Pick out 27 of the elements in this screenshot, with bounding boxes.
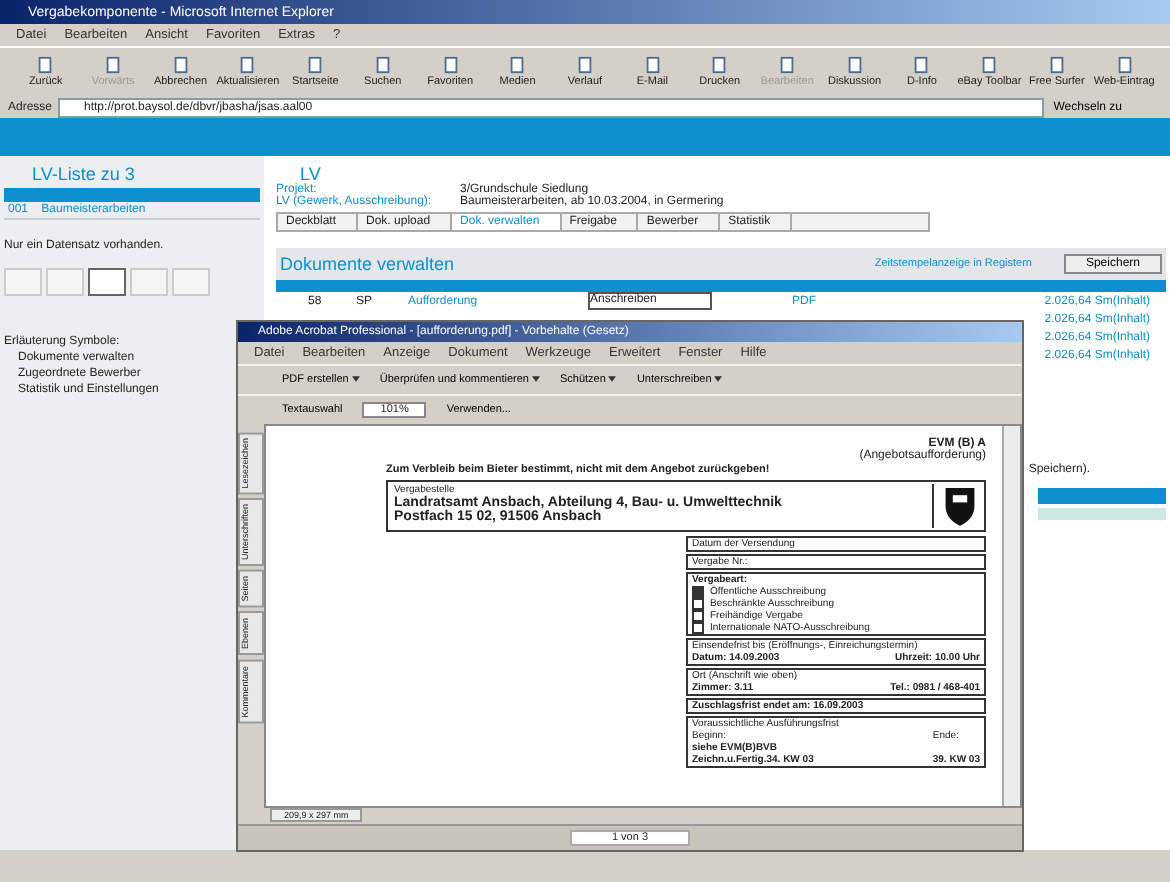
page-icon — [778, 56, 797, 74]
page-icon — [104, 56, 123, 74]
page-icon — [575, 56, 594, 74]
caret-icon — [531, 376, 540, 382]
page-icon — [238, 56, 257, 74]
page-icon — [1115, 56, 1134, 74]
page-icon — [980, 56, 999, 74]
page-icon — [1047, 56, 1066, 74]
caret-icon — [608, 376, 617, 382]
page-icon — [508, 56, 527, 74]
page-icon — [912, 56, 931, 74]
page-icon — [845, 56, 864, 74]
page-heading: LV — [300, 164, 323, 184]
pager-button[interactable] — [88, 268, 126, 296]
page-icon — [441, 56, 460, 74]
page-icon — [171, 56, 190, 74]
caret-icon — [351, 376, 360, 382]
page-icon — [373, 56, 392, 74]
page-icon — [36, 56, 55, 74]
page-icon — [710, 56, 729, 74]
scrollbar[interactable] — [1002, 426, 1020, 806]
table-header-bar — [1038, 488, 1166, 504]
page-icon — [643, 56, 662, 74]
section-title: Dokumente verwalten — [280, 254, 457, 274]
caret-icon — [714, 376, 723, 382]
table-row — [1038, 508, 1166, 520]
page-icon — [306, 56, 325, 74]
